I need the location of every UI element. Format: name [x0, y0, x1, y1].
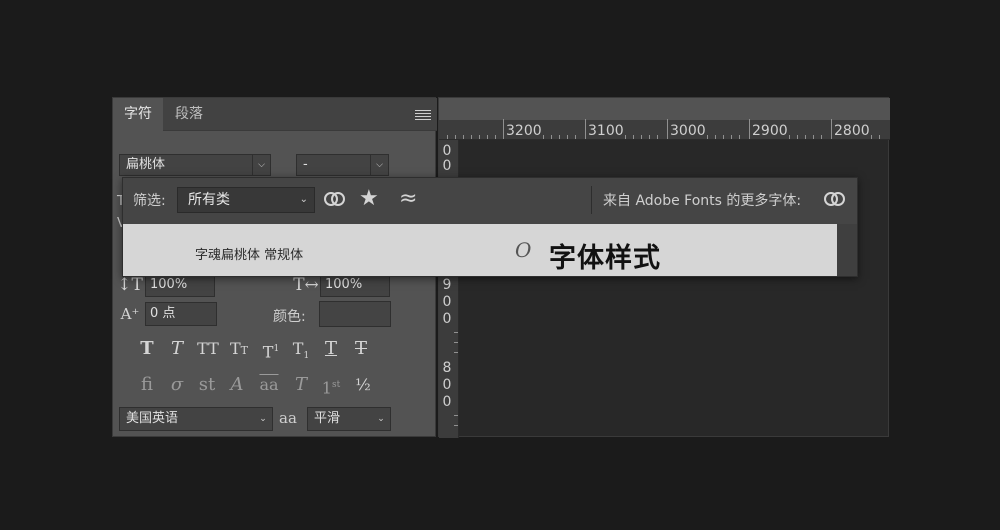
ruler-tick: [831, 119, 832, 139]
horizontal-ruler[interactable]: 3200 3100 3000 2900 2800: [439, 119, 890, 140]
chevron-down-icon: ⌄: [377, 414, 385, 424]
faux-italic-icon[interactable]: T: [165, 338, 189, 360]
font-family-select[interactable]: 扁桃体 ⌵: [119, 154, 271, 176]
ruler-tick: [667, 119, 668, 139]
ruler-tick: [585, 119, 586, 139]
fractions-icon[interactable]: ½: [351, 374, 375, 396]
ruler-label: 2900: [752, 123, 788, 139]
ruler-label: 0: [442, 143, 452, 159]
ruler-label: 0: [442, 311, 452, 327]
scrollbar[interactable]: [837, 224, 857, 276]
historical-ligature-icon[interactable]: st: [193, 374, 221, 396]
superscript-icon[interactable]: T1: [259, 338, 283, 363]
ruler-tick: [503, 119, 504, 139]
vertical-scale-icon: ↕T: [117, 275, 143, 295]
opentype-font-icon: O: [515, 238, 532, 262]
antialias-icon: aa: [279, 409, 297, 427]
ligatures-icon[interactable]: fi: [135, 374, 159, 396]
baseline-shift-input[interactable]: 0 点: [145, 302, 217, 326]
swash-icon[interactable]: A: [225, 374, 249, 396]
strikethrough-icon[interactable]: T: [349, 338, 373, 360]
ruler-label: 2800: [834, 123, 870, 139]
font-sample-preview: 字体样式: [549, 243, 661, 274]
font-list-popup: 筛选: 所有类 ⌄ ★ ≈ 来自 Adobe Fonts 的更多字体: 字魂扁桃…: [122, 177, 858, 277]
font-style-select[interactable]: - ⌵: [296, 154, 389, 176]
chevron-down-icon: ⌄: [299, 194, 308, 205]
ruler-tick: [749, 119, 750, 139]
font-style-value: -: [303, 157, 308, 172]
titling-icon[interactable]: T: [289, 374, 313, 396]
chevron-down-icon: ⌵: [252, 155, 270, 175]
creative-cloud-icon[interactable]: [823, 188, 847, 214]
similar-fonts-icon[interactable]: ≈: [399, 186, 417, 212]
font-name: 字魂扁桃体 常规体: [195, 248, 304, 263]
stylistic-alternates-icon[interactable]: aa: [255, 374, 283, 396]
filter-label: 筛选:: [133, 193, 166, 209]
antialias-value: 平滑: [314, 411, 341, 426]
chevron-down-icon: ⌄: [259, 414, 267, 424]
ruler-label: 3200: [506, 123, 542, 139]
ordinals-icon[interactable]: 1st: [317, 374, 345, 399]
ruler-label: 3100: [588, 123, 624, 139]
ruler-label: 0: [442, 377, 452, 393]
document-tab-strip: [439, 98, 890, 120]
language-value: 美国英语: [126, 411, 179, 426]
all-caps-icon[interactable]: TT: [193, 338, 223, 360]
tab-character[interactable]: 字符: [113, 98, 163, 131]
font-list-item[interactable]: 字魂扁桃体 常规体 O 字体样式: [123, 224, 837, 276]
ruler-label: 3000: [670, 123, 706, 139]
antialias-select[interactable]: 平滑 ⌄: [307, 407, 391, 431]
baseline-shift-icon: A⁺: [120, 305, 140, 323]
more-fonts-label: 来自 Adobe Fonts 的更多字体:: [603, 193, 802, 209]
tab-paragraph[interactable]: 段落: [165, 98, 213, 131]
color-swatch[interactable]: [319, 301, 391, 327]
underline-icon[interactable]: T: [319, 338, 343, 360]
creative-cloud-icon[interactable]: [323, 188, 347, 214]
ruler-label: 0: [442, 158, 452, 174]
panel-menu-icon[interactable]: [415, 110, 431, 120]
ruler-label: 0: [442, 394, 452, 410]
color-label: 颜色:: [273, 309, 306, 325]
discretionary-ligatures-icon[interactable]: σ: [165, 374, 189, 396]
language-select[interactable]: 美国英语 ⌄: [119, 407, 273, 431]
chevron-down-icon: ⌵: [370, 155, 388, 175]
panel-tab-strip: 字符 段落: [113, 98, 437, 131]
horizontal-scale-icon: T↔: [293, 275, 319, 295]
divider: [591, 186, 592, 214]
ruler-label: 9: [442, 277, 452, 293]
ruler-label: 8: [442, 360, 452, 376]
filter-value: 所有类: [188, 192, 230, 208]
star-icon[interactable]: ★: [359, 186, 379, 212]
faux-bold-icon[interactable]: T: [135, 338, 159, 360]
font-class-filter-select[interactable]: 所有类 ⌄: [177, 187, 315, 213]
ruler-label: 0: [442, 294, 452, 310]
subscript-icon[interactable]: T1: [289, 338, 313, 367]
small-caps-icon[interactable]: TT: [225, 338, 253, 362]
font-family-value: 扁桃体: [126, 157, 166, 172]
